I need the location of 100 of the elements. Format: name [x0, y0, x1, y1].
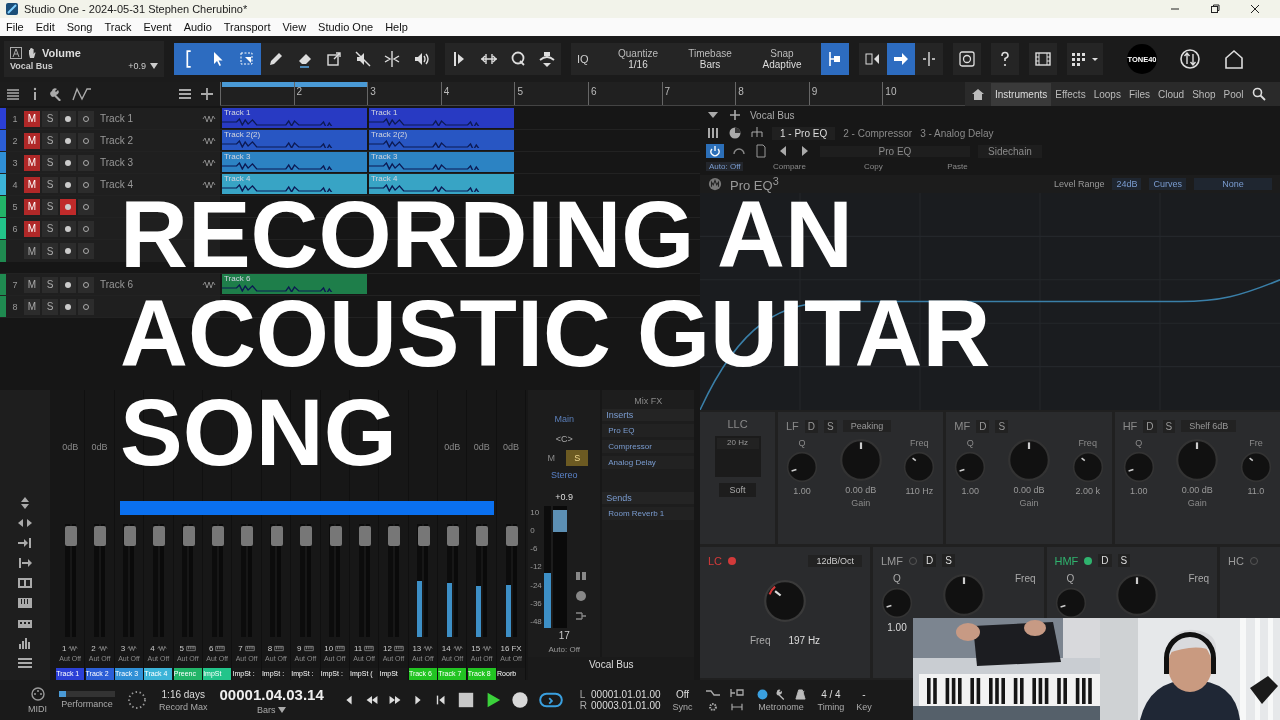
browser-tab[interactable]: Effects: [1051, 82, 1090, 106]
curves-button[interactable]: Curves: [1149, 178, 1186, 190]
hand-icon[interactable]: [26, 47, 38, 59]
stop-icon[interactable]: [456, 691, 475, 709]
tool-button[interactable]: [174, 43, 203, 75]
toolbar-dropdown[interactable]: Snap Adaptive: [749, 48, 815, 70]
restore-icon[interactable]: [1210, 4, 1220, 14]
insert-slot[interactable]: Analog Delay: [602, 456, 695, 469]
solo-button[interactable]: S: [42, 243, 58, 259]
left-locator[interactable]: 00001.01.01.00: [591, 689, 661, 700]
filter-type-dropdown[interactable]: Peaking: [842, 420, 892, 432]
automation-mode[interactable]: Auto: Off: [706, 162, 744, 171]
left-right-arrows-icon[interactable]: [17, 516, 33, 530]
preset-action[interactable]: Copy: [835, 162, 912, 171]
wrench-icon[interactable]: [775, 688, 787, 700]
send-slot[interactable]: Room Reverb 1: [602, 507, 695, 520]
knob[interactable]: [1054, 586, 1087, 619]
time-signature[interactable]: 4 / 4: [821, 688, 841, 700]
menu-item[interactable]: View: [282, 21, 307, 33]
bar-graph-icon[interactable]: [17, 636, 33, 650]
menu-item[interactable]: Song: [66, 21, 93, 33]
list-icon[interactable]: [6, 87, 20, 101]
caret-icon[interactable]: [150, 63, 158, 69]
browser-tab[interactable]: Instruments: [991, 82, 1052, 106]
dynamics-button[interactable]: D: [976, 419, 990, 433]
insert-slot[interactable]: Pro EQ: [602, 424, 695, 437]
help-button[interactable]: [991, 43, 1019, 75]
mute-button[interactable]: M: [24, 198, 40, 215]
wrench-icon[interactable]: [50, 87, 64, 101]
soft-button[interactable]: Soft: [719, 483, 756, 497]
solo-button[interactable]: S: [42, 220, 58, 237]
fader-handle[interactable]: [94, 526, 107, 546]
frequency-option[interactable]: 20 Hz: [716, 438, 759, 449]
monitor-button[interactable]: [78, 198, 94, 215]
track-name[interactable]: Track 4: [100, 179, 133, 190]
audio-clip[interactable]: Track 2(2): [369, 130, 514, 150]
bracket-icon[interactable]: [728, 688, 745, 698]
rewind-icon[interactable]: [364, 693, 379, 707]
automation-mode[interactable]: Auto: Off: [548, 645, 580, 654]
inserts-header[interactable]: Inserts: [602, 409, 695, 421]
solo-button[interactable]: S: [42, 298, 58, 315]
menu-item[interactable]: Studio One: [318, 21, 374, 33]
fader-handle[interactable]: [388, 526, 401, 546]
document-icon[interactable]: [754, 144, 768, 158]
audio-clip[interactable]: Track 1: [369, 108, 514, 128]
dynamics-button[interactable]: D: [804, 419, 819, 433]
record-button[interactable]: [60, 176, 76, 193]
grid-icon[interactable]: [17, 576, 33, 590]
browser-tab[interactable]: Loops: [1089, 82, 1125, 106]
midi-port-icon[interactable]: [29, 686, 46, 702]
mute-button[interactable]: M: [24, 276, 40, 293]
record-button[interactable]: [60, 154, 76, 171]
record-button[interactable]: [60, 298, 76, 315]
fast-forward-icon[interactable]: [387, 693, 402, 707]
fader-handle[interactable]: [552, 510, 567, 532]
mute-button[interactable]: M: [24, 243, 40, 259]
mute-button[interactable]: M: [24, 298, 40, 315]
fader-handle[interactable]: [65, 526, 77, 546]
search-icon[interactable]: [1251, 87, 1266, 101]
track-name[interactable]: Track 3: [100, 157, 133, 168]
slope-dropdown[interactable]: 12dB/Oct: [808, 554, 862, 567]
audio-clip[interactable]: Track 1: [222, 108, 367, 128]
record-button[interactable]: [60, 220, 76, 237]
solo-button[interactable]: S: [42, 176, 58, 193]
track-name[interactable]: Track 6: [100, 279, 133, 290]
fader-handle[interactable]: [241, 526, 254, 546]
menu-item[interactable]: Track: [104, 21, 132, 33]
fader-handle[interactable]: [505, 526, 518, 546]
solo-button[interactable]: S: [42, 132, 58, 149]
mute-button[interactable]: M: [540, 450, 563, 466]
menu-item[interactable]: Transport: [223, 21, 271, 33]
record-button[interactable]: [60, 243, 76, 259]
channel-mode[interactable]: Stereo: [551, 470, 578, 480]
home-icon[interactable]: [1223, 48, 1245, 70]
routing-icon[interactable]: [574, 610, 587, 622]
solo-button[interactable]: S: [42, 154, 58, 171]
filter-type-dropdown[interactable]: Shelf 6dB: [1181, 420, 1237, 432]
record-icon[interactable]: [510, 691, 529, 709]
home-icon[interactable]: [971, 87, 985, 101]
record-button[interactable]: [60, 198, 76, 215]
solo-button[interactable]: S: [942, 554, 955, 567]
power-button[interactable]: [706, 144, 724, 158]
audio-clip[interactable]: Track 2(2): [222, 130, 367, 150]
automation-icon[interactable]: [10, 47, 22, 59]
columns-icon[interactable]: [706, 126, 720, 140]
target-button[interactable]: [953, 43, 981, 75]
record-button[interactable]: [60, 110, 76, 127]
close-icon[interactable]: [1250, 4, 1260, 14]
dynamics-button[interactable]: D: [1098, 554, 1112, 567]
loop-icon[interactable]: [537, 691, 564, 709]
time-format-dropdown[interactable]: Bars: [256, 704, 276, 715]
ruler-icon[interactable]: [728, 702, 745, 712]
preset-action[interactable]: Paste: [919, 162, 996, 171]
fader-handle[interactable]: [211, 526, 224, 546]
toolbar-dropdown[interactable]: Quantize 1/16: [605, 48, 671, 70]
sync-value[interactable]: Off: [675, 688, 690, 700]
pie-icon[interactable]: [728, 126, 742, 140]
snap-button[interactable]: [821, 43, 849, 75]
fader-handle[interactable]: [358, 526, 371, 546]
monitor-button[interactable]: [78, 132, 94, 149]
